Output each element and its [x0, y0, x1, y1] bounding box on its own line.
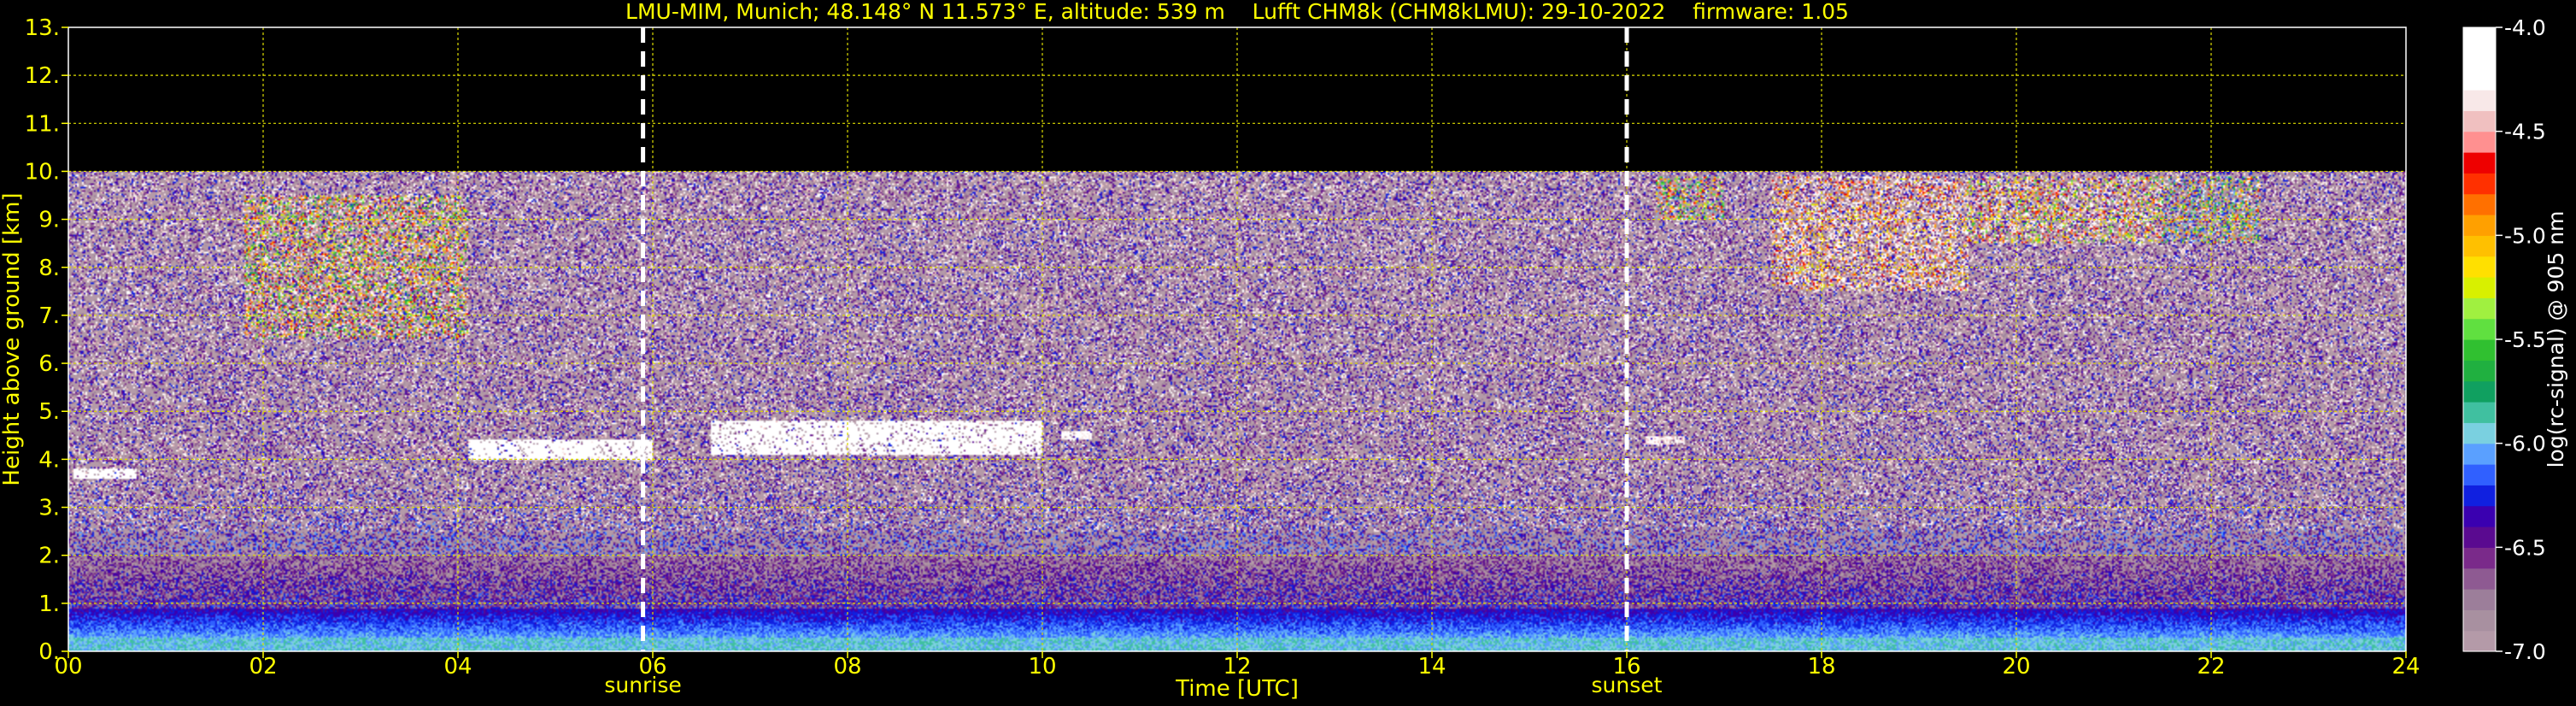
x-tick-label: 00: [54, 654, 82, 680]
y-tick-label: 3.: [38, 496, 60, 521]
colorbar-block: [2463, 318, 2496, 340]
colorbar-block: [2463, 68, 2496, 91]
colorbar-block: [2463, 380, 2496, 403]
colorbar-block: [2463, 609, 2496, 632]
x-axis-label: Time [UTC]: [1175, 676, 1299, 702]
colorbar-block: [2463, 131, 2496, 153]
y-tick-label: 12.: [25, 63, 60, 89]
y-tick-label: 9.: [38, 208, 60, 233]
colorbar-block: [2463, 193, 2496, 215]
y-tick-label: 1.: [38, 591, 60, 617]
colorbar-block: [2463, 422, 2496, 444]
colorbar-color-blocks: [2463, 27, 2496, 652]
y-tick-label: 13.: [25, 15, 60, 41]
colorbar-block: [2463, 110, 2496, 132]
colorbar-block: [2463, 277, 2496, 298]
colorbar-block: [2463, 297, 2496, 320]
colorbar-block: [2463, 547, 2496, 569]
colorbar-tick-label: -4.5: [2504, 120, 2546, 144]
colorbar-tick-label: -6.5: [2504, 535, 2546, 560]
x-tick-label: 16: [1612, 654, 1640, 680]
colorbar-block: [2463, 464, 2496, 485]
plot-area: sunrise sunset 0.1.2.3.4.5.6.7.8.9.10.11.…: [25, 15, 2421, 697]
colorbar-block: [2463, 152, 2496, 174]
colorbar-tick-label: -6.0: [2504, 432, 2546, 456]
y-tick-label: 10.: [25, 159, 60, 185]
x-tick-label: 24: [2391, 654, 2420, 680]
colorbar-tick-label: -5.5: [2504, 327, 2546, 352]
colorbar-block: [2463, 27, 2496, 49]
y-tick-label: 5.: [38, 399, 60, 425]
y-axis-label: Height above ground [km]: [0, 192, 25, 485]
colorbar-block: [2463, 48, 2496, 70]
colorbar-block: [2463, 256, 2496, 278]
y-tick-label: 11.: [25, 111, 60, 137]
colorbar-block: [2463, 215, 2496, 236]
colorbar-block: [2463, 443, 2496, 465]
colorbar-tick-label: -7.0: [2504, 639, 2546, 664]
colorbar-block: [2463, 235, 2496, 257]
colorbar-tick-label: -4.0: [2504, 15, 2546, 40]
colorbar-block: [2463, 485, 2496, 507]
x-tick-label: 18: [1807, 654, 1835, 680]
x-tick-label: 14: [1417, 654, 1446, 680]
colorbar-block: [2463, 527, 2496, 548]
chart-title: LMU-MIM, Munich; 48.148° N 11.573° E, al…: [625, 0, 1849, 24]
y-tick-label: 7.: [38, 303, 60, 329]
colorbar-block: [2463, 173, 2496, 195]
colorbar-block: [2463, 505, 2496, 527]
colorbar-block: [2463, 568, 2496, 590]
ceilometer-figure: LMU-MIM, Munich; 48.148° N 11.573° E, al…: [0, 0, 2576, 706]
colorbar-block: [2463, 589, 2496, 610]
y-tick-label: 2.: [38, 544, 60, 569]
x-tick-label: 04: [443, 654, 472, 680]
y-tick-label: 6.: [38, 351, 60, 377]
colorbar-tick-label: -5.0: [2504, 223, 2546, 248]
colorbar-label: log(rc-signal) @ 905 nm: [2544, 211, 2568, 468]
x-tick-label: 22: [2197, 654, 2225, 680]
x-tick-label: 20: [2002, 654, 2030, 680]
x-tick-label: 06: [638, 654, 666, 680]
y-tick-label: 4.: [38, 447, 60, 473]
colorbar-block: [2463, 402, 2496, 423]
x-tick-label: 02: [249, 654, 277, 680]
colorbar-block: [2463, 339, 2496, 361]
colorbar-block: [2463, 90, 2496, 111]
colorbar-block: [2463, 630, 2496, 652]
x-tick-label: 08: [833, 654, 861, 680]
y-tick-label: 8.: [38, 256, 60, 281]
colorbar-block: [2463, 360, 2496, 382]
x-tick-label: 10: [1028, 654, 1056, 680]
